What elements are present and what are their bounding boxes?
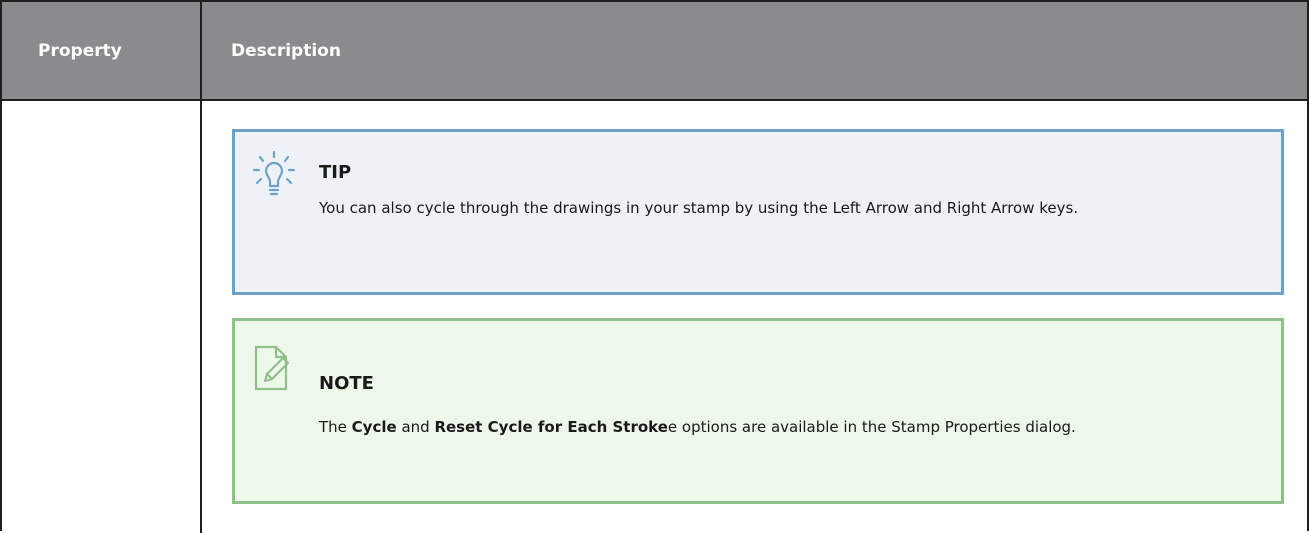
header-property: Property: [2, 2, 202, 99]
description-cell: TIP You can also cycle through the drawi…: [202, 101, 1307, 533]
tip-title: TIP: [319, 162, 352, 183]
note-bold-reset-cycle: Reset Cycle for Each Stroke: [434, 418, 668, 436]
note-bold-cycle: Cycle: [351, 418, 397, 436]
tip-callout: TIP You can also cycle through the drawi…: [232, 129, 1284, 295]
note-text-prefix: The: [319, 418, 352, 436]
note-callout: NOTE The Cycle and Reset Cycle for Each …: [232, 318, 1284, 504]
note-title: NOTE: [319, 373, 374, 394]
tip-text: You can also cycle through the drawings …: [319, 199, 1079, 217]
header-description: Description: [231, 40, 341, 61]
table-header-row: Property Description: [2, 2, 1307, 101]
note-pencil-icon: [252, 343, 296, 397]
table-row: TIP You can also cycle through the drawi…: [2, 101, 1307, 533]
lightbulb-icon: [252, 150, 296, 201]
note-text: The Cycle and Reset Cycle for Each Strok…: [319, 411, 1179, 443]
property-cell: [2, 101, 202, 533]
note-text-suffix: e options are available in the Stamp Pro…: [667, 418, 1076, 436]
note-text-mid: and: [396, 418, 435, 436]
properties-table: Property Description TIP You can also cy…: [0, 0, 1309, 533]
